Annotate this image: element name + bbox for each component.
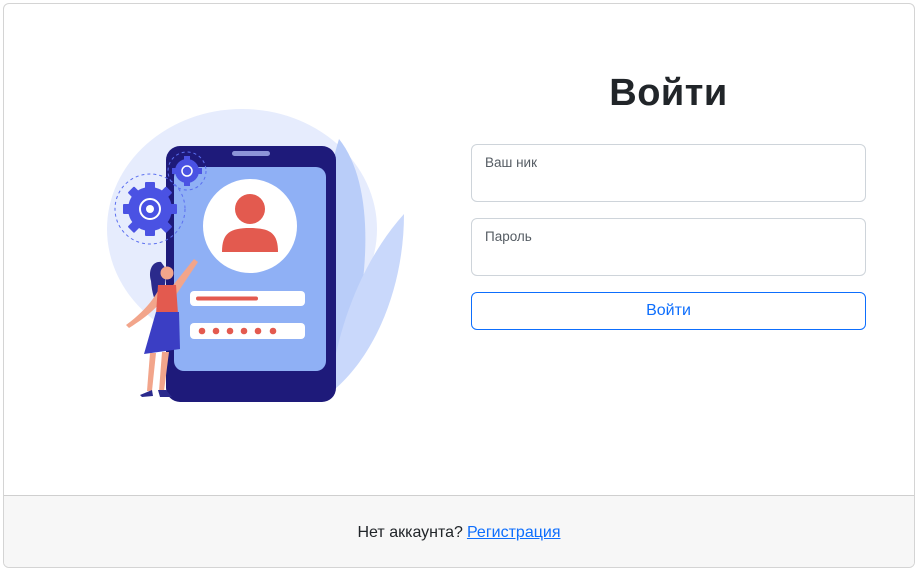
user-avatar-icon <box>203 179 297 273</box>
nick-field[interactable]: Ваш ник <box>471 144 866 202</box>
login-illustration <box>107 109 404 402</box>
page-title: Войти <box>609 72 728 114</box>
password-input[interactable] <box>484 249 854 269</box>
password-field[interactable]: Пароль <box>471 218 866 276</box>
illus-username-line <box>196 296 258 301</box>
avatar-shoulders <box>222 228 278 252</box>
register-link[interactable]: Регистрация <box>467 524 561 542</box>
login-button[interactable]: Войти <box>471 292 866 330</box>
nick-input[interactable] <box>484 175 854 195</box>
gear-icon <box>167 151 207 191</box>
password-label: Пароль <box>485 229 532 244</box>
phone-speaker <box>232 151 270 156</box>
login-card: Войти Ваш ник Пароль Войти Нет аккаунта?… <box>3 3 915 568</box>
avatar-head <box>235 194 265 224</box>
card-footer: Нет аккаунта? Регистрация <box>4 495 914 567</box>
no-account-text: Нет аккаунта? <box>357 523 463 541</box>
nick-label: Ваш ник <box>485 155 537 170</box>
card-body: Войти Ваш ник Пароль Войти <box>4 4 914 495</box>
illus-password-field <box>190 323 305 339</box>
